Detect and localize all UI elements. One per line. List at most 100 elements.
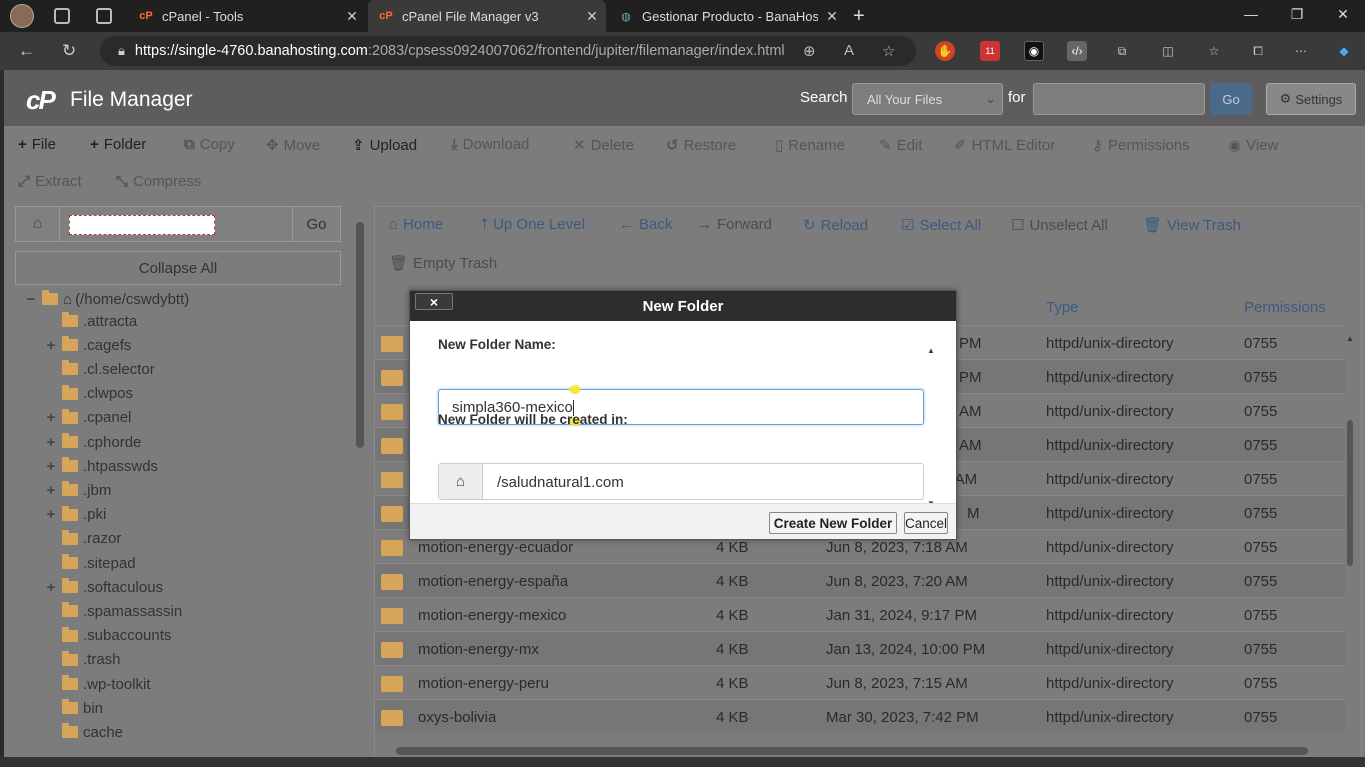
- rename-button[interactable]: ▯ Rename: [775, 136, 845, 155]
- tree-item[interactable]: .trash: [44, 649, 121, 671]
- code-extension-icon[interactable]: ‹/›: [1067, 41, 1087, 61]
- tree-item[interactable]: .razor: [44, 528, 121, 550]
- settings-button[interactable]: ⚙ Settings: [1266, 83, 1356, 115]
- restore-button[interactable]: ↺ Restore: [666, 136, 736, 155]
- tree-item[interactable]: .spamassassin: [44, 600, 182, 622]
- new-tab-button[interactable]: +: [853, 5, 865, 28]
- create-folder-button[interactable]: Create New Folder: [769, 512, 897, 534]
- copy-button[interactable]: ⧉ Copy: [184, 136, 235, 153]
- tree-item[interactable]: + .cpanel: [44, 407, 131, 429]
- favorite-star-icon[interactable]: ☆: [882, 42, 895, 60]
- extension-icon[interactable]: ◉: [1024, 41, 1044, 61]
- tab-file-manager[interactable]: cP cPanel File Manager v3 ✕: [368, 0, 606, 32]
- unselect-all-button[interactable]: ☐ Unselect All: [1011, 216, 1108, 235]
- nav-home-button[interactable]: ⌂ Home: [389, 216, 443, 233]
- html-editor-button[interactable]: ✐ HTML Editor: [954, 136, 1055, 155]
- tab-actions-icon[interactable]: [96, 8, 112, 24]
- dialog-close-button[interactable]: ×: [415, 293, 453, 310]
- download-button[interactable]: ⤓ Download: [451, 136, 529, 153]
- cpanel-logo[interactable]: cP: [26, 85, 56, 116]
- selection-handle[interactable]: [569, 385, 581, 394]
- close-tab-icon[interactable]: ✕: [344, 8, 360, 25]
- tree-item[interactable]: + .htpasswds: [44, 455, 158, 477]
- scroll-up-icon[interactable]: ▲: [1346, 334, 1354, 343]
- scroll-thumb[interactable]: [1347, 420, 1353, 566]
- sidebar-scrollbar[interactable]: [356, 208, 364, 748]
- extract-button[interactable]: ⤢ Extract: [18, 173, 82, 190]
- expand-plus-icon[interactable]: +: [44, 434, 58, 451]
- workspaces-icon[interactable]: [54, 8, 70, 24]
- search-input[interactable]: [1033, 83, 1205, 115]
- scroll-thumb[interactable]: [356, 222, 364, 448]
- tree-item[interactable]: bin: [44, 697, 103, 719]
- tree-item[interactable]: cache: [44, 721, 123, 743]
- close-tab-icon[interactable]: ✕: [824, 8, 840, 25]
- up-one-level-button[interactable]: ⭡ Up One Level: [481, 216, 585, 233]
- table-row[interactable]: motion-energy-peru 4 KB Jun 8, 2023, 7:15 …: [375, 665, 1345, 699]
- scroll-up-icon[interactable]: ▲: [927, 346, 935, 355]
- hand-extension-icon[interactable]: ✋: [935, 41, 955, 61]
- tree-item[interactable]: .sitepad: [44, 552, 136, 574]
- tab-gestionar-producto[interactable]: ◍ Gestionar Producto - BanaHost.c ✕: [608, 0, 846, 32]
- tree-item[interactable]: + .cphorde: [44, 431, 141, 453]
- tab-cpanel-tools[interactable]: cP cPanel - Tools ✕: [128, 0, 366, 32]
- search-go-button[interactable]: Go: [1210, 83, 1252, 115]
- upload-button[interactable]: ⇪ Upload: [352, 136, 417, 155]
- new-folder-button[interactable]: + Folder: [90, 136, 146, 153]
- edit-button[interactable]: ✎ Edit: [879, 136, 922, 155]
- expand-plus-icon[interactable]: +: [44, 579, 58, 596]
- table-row[interactable]: motion-energy-mx 4 KB Jan 13, 2024, 10:00 …: [375, 631, 1345, 665]
- column-header-permissions[interactable]: Permissions: [1244, 299, 1326, 316]
- compress-button[interactable]: ⤡ Compress: [116, 173, 201, 190]
- collapse-all-button[interactable]: Collapse All: [15, 251, 341, 285]
- zoom-icon[interactable]: ⊕: [803, 42, 816, 60]
- copilot-icon[interactable]: ◆: [1334, 41, 1354, 61]
- back-arrow-icon[interactable]: ←: [18, 41, 35, 61]
- horizontal-scrollbar[interactable]: [396, 747, 1308, 755]
- delete-button[interactable]: ✕ Delete: [573, 136, 634, 155]
- tree-item[interactable]: .attracta: [44, 310, 137, 332]
- back-button[interactable]: ← Back: [619, 216, 672, 233]
- close-tab-icon[interactable]: ✕: [584, 8, 600, 25]
- tree-item[interactable]: .subaccounts: [44, 625, 171, 647]
- cancel-button[interactable]: Cancel: [904, 512, 948, 534]
- table-row[interactable]: oxys-bolivia 4 KB Mar 30, 2023, 7:42 PM htt…: [375, 699, 1345, 733]
- move-button[interactable]: ✥ Move: [266, 136, 320, 155]
- restore-button[interactable]: ❐: [1287, 6, 1307, 23]
- tree-item[interactable]: .clwpos: [44, 383, 133, 405]
- select-all-button[interactable]: ☑ Select All: [901, 216, 981, 235]
- split-screen-icon[interactable]: ◫: [1158, 41, 1178, 61]
- url-field[interactable]: 🔒︎ https://single-4760.banahosting.com:2…: [100, 36, 916, 66]
- forward-button[interactable]: → Forward: [697, 216, 772, 233]
- tree-root[interactable]: − ⌂ (/home/cswdybtt): [24, 288, 189, 310]
- column-header-type[interactable]: Type: [1046, 299, 1079, 316]
- expand-plus-icon[interactable]: +: [44, 482, 58, 499]
- tree-item[interactable]: + .softaculous: [44, 576, 163, 598]
- collections-icon[interactable]: ⧠: [1248, 41, 1268, 61]
- expand-plus-icon[interactable]: +: [44, 409, 58, 426]
- search-scope-select[interactable]: All Your Files ⌄: [852, 83, 1003, 115]
- read-aloud-icon[interactable]: A: [844, 42, 854, 59]
- tree-item[interactable]: .cl.selector: [44, 358, 155, 380]
- profile-avatar[interactable]: [10, 4, 34, 28]
- reload-button[interactable]: ↻ Reload: [803, 216, 868, 235]
- tree-item[interactable]: + .jbm: [44, 479, 111, 501]
- puzzle-extensions-icon[interactable]: ⧉: [1112, 41, 1132, 61]
- refresh-icon[interactable]: ↻: [62, 41, 76, 61]
- table-row[interactable]: motion-energy-españa 4 KB Jun 8, 2023, 7:2…: [375, 563, 1345, 597]
- collapse-minus-icon[interactable]: −: [24, 291, 38, 308]
- expand-plus-icon[interactable]: +: [44, 337, 58, 354]
- tree-item[interactable]: + .cagefs: [44, 334, 131, 356]
- minimize-button[interactable]: —: [1241, 6, 1261, 22]
- path-input[interactable]: [69, 215, 215, 235]
- table-row[interactable]: motion-energy-mexico 4 KB Jan 31, 2024, 9:…: [375, 597, 1345, 631]
- new-file-button[interactable]: + File: [18, 136, 56, 153]
- more-menu-icon[interactable]: ⋯: [1291, 41, 1311, 61]
- close-window-button[interactable]: ✕: [1333, 6, 1353, 23]
- home-icon[interactable]: ⌂: [16, 207, 60, 241]
- path-go-button[interactable]: Go: [292, 207, 340, 241]
- expand-plus-icon[interactable]: +: [44, 506, 58, 523]
- favorites-icon[interactable]: ☆: [1204, 41, 1224, 61]
- file-list-scrollbar[interactable]: ▲: [1345, 334, 1355, 766]
- tree-item[interactable]: + .pki: [44, 504, 106, 526]
